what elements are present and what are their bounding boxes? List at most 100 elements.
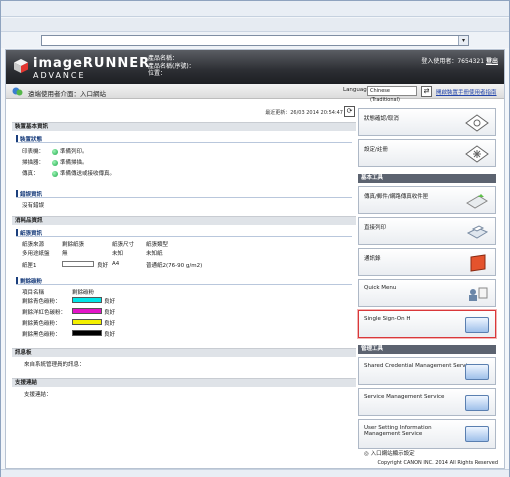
copyright: Copyright CANON INC. 2014 All Rights Res…	[377, 460, 498, 466]
service-management-button[interactable]: Service Management Service	[358, 388, 496, 416]
quick-menu-label: Quick Menu	[364, 285, 397, 291]
consumables-header: 消耗品資訊	[12, 216, 356, 225]
brand-name: imageRUNNER	[33, 56, 151, 71]
settings-icon	[465, 145, 489, 163]
language-select[interactable]: Chinese (Traditional)	[367, 86, 417, 103]
refresh-button[interactable]: ⟳	[344, 106, 355, 117]
toner-magenta-bar	[72, 308, 102, 314]
inbox-label: 傳真/郵件/網路傳真收件匣	[364, 194, 429, 200]
table-cell: 良好	[97, 263, 109, 269]
divider	[16, 236, 352, 237]
toner-yellow-bar	[72, 319, 102, 325]
printer-status-text: 準備列印。	[60, 149, 88, 155]
printer-status: 準備列印。	[52, 147, 88, 155]
page-content: imageRUNNER ADVANCE 產品名稱： 產品名稱(序號)： 位置： …	[5, 49, 505, 469]
screen-icon	[465, 395, 489, 411]
table-cell: 未知	[112, 251, 124, 257]
single-sign-on-button[interactable]: Single Sign-On H	[358, 310, 496, 338]
inbox-icon	[466, 194, 488, 209]
fax-status-text: 準備傳送或接收傳真。	[60, 171, 116, 177]
address-book-label: 通訊錄	[364, 256, 381, 262]
shared-credential-label: Shared Credential Management Service	[364, 363, 474, 369]
toner-black-bar	[72, 330, 102, 336]
table-cell: 無	[62, 251, 68, 257]
quick-menu-button[interactable]: Quick Menu	[358, 279, 496, 307]
status-monitor-label: 狀態確認/取消	[364, 116, 399, 122]
settings-label: 設定/註冊	[364, 147, 388, 153]
table-cell: A4	[112, 261, 120, 267]
screen-icon	[465, 364, 489, 380]
status-monitor-button[interactable]: 狀態確認/取消	[358, 108, 496, 136]
address-book-icon	[470, 254, 486, 272]
address-book-button[interactable]: 通訊錄	[358, 248, 496, 276]
support-links-header: 支援連結	[12, 378, 356, 387]
quick-menu-icon	[469, 287, 488, 301]
management-tools-header: 管理工具	[358, 345, 496, 354]
user-setting-button[interactable]: User Setting Information Management Serv…	[358, 419, 496, 449]
status-bar	[1, 469, 509, 477]
address-bar[interactable]: ▾	[41, 35, 469, 46]
status-monitor-icon	[465, 114, 489, 132]
status-ok-icon	[52, 148, 58, 155]
table-header: 紙張類型	[146, 242, 169, 248]
table-header: 項目名稱	[22, 290, 45, 296]
brand-subname: ADVANCE	[33, 71, 86, 80]
direct-print-label: 直接列印	[364, 225, 387, 231]
brand-header: imageRUNNER ADVANCE 產品名稱： 產品名稱(序號)： 位置： …	[6, 50, 504, 84]
screen-icon	[465, 426, 489, 442]
login-user: 登入使用者：7654321	[421, 58, 485, 65]
table-cell: 紙匣1	[22, 263, 37, 269]
table-header: 剩餘紙張	[62, 242, 85, 248]
settings-button[interactable]: 設定/註冊	[358, 139, 496, 167]
menu-bar	[1, 18, 509, 32]
divider	[16, 197, 352, 198]
device-info: 產品名稱： 產品名稱(序號)： 位置：	[148, 55, 195, 78]
printer-status-label: 印表機：	[22, 149, 45, 155]
message-board-header: 訊息板	[12, 348, 356, 357]
single-sign-on-label: Single Sign-On H	[364, 316, 411, 322]
title-bar	[1, 1, 509, 17]
basic-tools-header: 基本工具	[358, 174, 496, 183]
browser-window: ▾ imageRUNNER ADVANCE 產品名稱： 產品名稱(序號)： 位置…	[0, 0, 510, 477]
fax-status-label: 傳真：	[22, 171, 39, 177]
message-text: 來自系統管理員的訊息：	[24, 362, 85, 368]
login-info: 登入使用者：7654321 登出	[421, 56, 498, 65]
fax-status: 準備傳送或接收傳真。	[52, 169, 115, 177]
table-cell: 未知紙	[146, 251, 163, 257]
toner-name: 剩餘黑色碳粉：	[22, 332, 61, 338]
inbox-button[interactable]: 傳真/郵件/網路傳真收件匣	[358, 186, 496, 214]
toner-name: 剩餘黃色碳粉：	[22, 321, 61, 327]
product-serial-label: 產品名稱(序號)：	[148, 62, 195, 70]
manual-link[interactable]: 開啟裝置手冊使用者指南	[436, 88, 497, 96]
status-ok-icon	[52, 170, 58, 177]
product-name-label: 產品名稱：	[148, 55, 179, 62]
service-management-label: Service Management Service	[364, 394, 445, 400]
logout-link[interactable]: 登出	[486, 58, 498, 65]
scanner-status: 準備掃描。	[52, 158, 88, 166]
page-title-bar: 遠端使用者介面：入口網站 Language: Chinese (Traditio…	[6, 84, 504, 103]
user-setting-label: User Setting Information Management Serv…	[364, 425, 432, 437]
shared-credential-button[interactable]: Shared Credential Management Service	[358, 357, 496, 385]
table-cell: 普通紙2(76-90 g/m2)	[146, 263, 203, 269]
language-apply-button[interactable]: ⇄	[421, 86, 432, 97]
direct-print-button[interactable]: 直接列印	[358, 217, 496, 245]
table-cell: 多用途紙盤	[22, 251, 50, 257]
toner-status: 良好	[104, 310, 116, 316]
status-ok-icon	[52, 159, 58, 166]
table-header: 紙張來源	[22, 242, 45, 248]
toner-cyan-bar	[72, 297, 102, 303]
scanner-status-label: 掃描器：	[22, 160, 45, 166]
divider	[16, 284, 352, 285]
cube-logo-icon	[14, 59, 28, 73]
table-header: 剩餘碳粉	[72, 290, 95, 296]
divider	[16, 142, 352, 143]
device-basic-info-header: 裝置基本資訊	[12, 122, 356, 131]
toner-status: 良好	[104, 332, 116, 338]
address-dropdown-button[interactable]: ▾	[458, 36, 468, 45]
portal-settings-label: 入口網站顯示設定	[370, 451, 415, 457]
page-title: 遠端使用者介面：入口網站	[28, 90, 106, 98]
portal-settings-link[interactable]: ◎ 入口網站顯示設定	[364, 449, 415, 457]
location-label: 位置：	[148, 70, 167, 77]
scanner-status-text: 準備掃描。	[60, 160, 88, 166]
toner-name: 剩餘青色碳粉：	[22, 299, 61, 305]
